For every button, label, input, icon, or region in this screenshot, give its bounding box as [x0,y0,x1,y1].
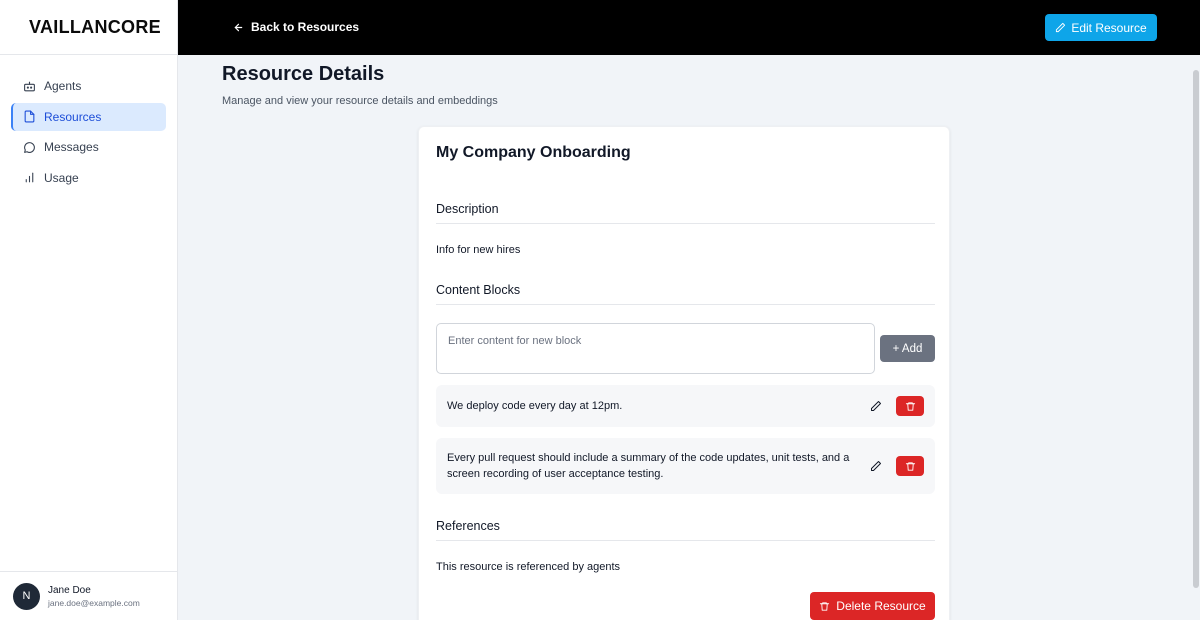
page-title: Resource Details [222,63,385,85]
pencil-icon [1055,22,1066,33]
delete-block-button[interactable] [896,456,924,476]
content-block: We deploy code every day at 12pm. [436,385,935,427]
message-icon [22,140,36,154]
content-block-text: We deploy code every day at 12pm. [447,400,623,412]
sidebar-item-label: Resources [44,109,102,124]
resource-name: My Company Onboarding [436,144,631,161]
trash-icon [905,461,915,471]
sidebar-item-agents[interactable]: Agents [11,72,166,100]
bot-icon [22,79,36,93]
user-profile[interactable]: N Jane Doe jane.doe@example.com [0,571,177,620]
sidebar-nav: Agents Resources Messages Usage [0,55,177,192]
edit-block-icon[interactable] [869,399,883,413]
file-icon [22,110,36,124]
new-block-input[interactable] [436,323,875,374]
page-scrollbar[interactable] [1193,70,1199,588]
references-text: This resource is referenced by agents [436,561,621,573]
bar-chart-icon [22,171,36,185]
edit-resource-button[interactable]: Edit Resource [1045,14,1157,41]
sidebar-item-label: Messages [44,140,99,154]
sidebar-item-resources[interactable]: Resources [11,102,166,131]
user-info: Jane Doe jane.doe@example.com [48,584,140,609]
brand-logo[interactable]: VAILLANCORE [0,0,177,55]
sidebar: VAILLANCORE Agents Resources Messages Us… [0,0,178,620]
arrow-left-icon [233,22,244,33]
trash-icon [905,401,915,411]
add-block-button[interactable]: + Add [880,335,935,362]
description-heading: Description [436,202,935,224]
avatar: N [13,582,40,610]
page-subtitle: Manage and view your resource details an… [222,95,498,107]
user-email: jane.doe@example.com [48,597,140,608]
back-to-resources-link[interactable]: Back to Resources [233,20,359,34]
description-text: Info for new hires [436,244,521,256]
resource-card: My Company Onboarding Description Info f… [418,126,950,620]
references-heading: References [436,519,935,541]
sidebar-item-label: Usage [44,170,79,185]
edit-block-icon[interactable] [869,459,883,473]
back-label: Back to Resources [251,20,360,34]
user-name: Jane Doe [48,584,91,596]
content-block: Every pull request should include a summ… [436,438,935,494]
content-block-text: Every pull request should include a summ… [447,452,850,480]
sidebar-item-usage[interactable]: Usage [11,164,166,192]
delete-block-button[interactable] [896,396,924,416]
sidebar-item-messages[interactable]: Messages [11,133,166,161]
content-blocks-heading: Content Blocks [436,283,935,305]
sidebar-item-label: Agents [44,79,82,93]
top-bar: Back to Resources Edit Resource [178,0,1200,55]
edit-resource-label: Edit Resource [1071,20,1147,35]
delete-resource-label: Delete Resource [836,599,926,613]
trash-icon [819,601,830,612]
delete-resource-button[interactable]: Delete Resource [810,592,935,620]
